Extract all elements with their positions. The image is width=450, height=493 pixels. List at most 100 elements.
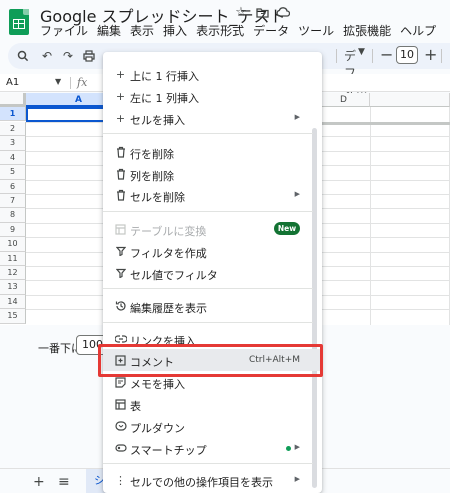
formula-divider bbox=[70, 77, 71, 89]
menu-divider bbox=[103, 133, 313, 134]
row-header[interactable]: 8 bbox=[0, 208, 26, 223]
row-header[interactable]: 7 bbox=[0, 194, 26, 209]
trash-icon bbox=[114, 145, 127, 159]
row-header[interactable]: 5 bbox=[0, 165, 26, 180]
menu-item-label: メモを挿入 bbox=[130, 378, 185, 391]
print-icon[interactable] bbox=[82, 48, 96, 64]
chevron-down-icon[interactable]: ▼ bbox=[55, 77, 61, 86]
dropdown-icon bbox=[114, 419, 127, 433]
submenu-arrow-icon: ▶ bbox=[294, 113, 300, 121]
sheets-logo-icon[interactable] bbox=[9, 9, 29, 35]
menu-item-label: 行を削除 bbox=[130, 148, 174, 161]
menu-delete-row[interactable]: 行を削除 bbox=[103, 141, 322, 163]
row-header[interactable]: 11 bbox=[0, 251, 26, 266]
menu-insert-row-above[interactable]: + 上に 1 行挿入 bbox=[103, 63, 322, 85]
menu-divider bbox=[103, 322, 313, 323]
row-header[interactable]: 13 bbox=[0, 280, 26, 295]
toolbar-divider bbox=[372, 49, 373, 63]
menu-divider bbox=[103, 211, 313, 212]
menu-view[interactable]: 表示 bbox=[130, 22, 154, 39]
menu-item-label: 列を削除 bbox=[130, 170, 174, 183]
menu-insert-column-left[interactable]: + 左に 1 列挿入 bbox=[103, 85, 322, 107]
name-box[interactable]: A1 bbox=[6, 77, 19, 88]
plus-icon: + bbox=[115, 111, 126, 125]
row-header[interactable]: 1 bbox=[0, 107, 26, 122]
menu-item-label: 上に 1 行挿入 bbox=[130, 70, 199, 83]
menu-help[interactable]: ヘルプ bbox=[400, 22, 436, 39]
row-header[interactable]: 14 bbox=[0, 294, 26, 310]
row-header[interactable]: 15 bbox=[0, 309, 26, 324]
menu-item-label: セルを挿入 bbox=[130, 114, 185, 127]
menu-item-label: セルでの他の操作項目を表示 bbox=[130, 476, 273, 489]
menu-item-label: 表 bbox=[130, 400, 141, 413]
add-sheet-icon[interactable]: + bbox=[33, 474, 45, 490]
app-header: Google スプレッドシート_テスト ☆ ファイル 編集 表示 挿入 表示形式… bbox=[0, 0, 450, 40]
smart-chip-icon bbox=[114, 441, 127, 455]
toolbar-divider bbox=[441, 49, 442, 63]
star-icon[interactable]: ☆ bbox=[234, 4, 248, 20]
menu-tools[interactable]: ツール bbox=[298, 22, 334, 39]
trash-icon bbox=[114, 188, 127, 202]
select-all-corner[interactable] bbox=[0, 93, 26, 107]
submenu-arrow-icon: ▶ bbox=[294, 190, 300, 198]
menu-convert-to-table[interactable]: テーブルに変換 New bbox=[103, 218, 322, 240]
row-header[interactable]: 10 bbox=[0, 237, 26, 252]
row-header[interactable]: 2 bbox=[0, 122, 26, 137]
table-icon bbox=[114, 222, 127, 236]
menu-item-label: フィルタを作成 bbox=[130, 247, 207, 260]
row-header[interactable]: 12 bbox=[0, 266, 26, 281]
menu-item-label: スマートチップ bbox=[130, 444, 207, 457]
menu-delete-cells[interactable]: セルを削除 ▶ bbox=[103, 184, 322, 206]
menu-divider bbox=[103, 463, 313, 464]
menu-filter-by-cell-value[interactable]: セル値でフィルタ bbox=[103, 262, 322, 284]
menu-data[interactable]: データ bbox=[253, 22, 289, 39]
title-icons: ☆ bbox=[234, 4, 290, 20]
increase-font-size-button[interactable]: + bbox=[424, 45, 437, 64]
menu-table[interactable]: 表 bbox=[103, 393, 322, 415]
menu-edit[interactable]: 編集 bbox=[97, 22, 121, 39]
table-icon bbox=[114, 397, 127, 411]
redo-icon[interactable]: ↷ bbox=[61, 48, 75, 64]
menu-extensions[interactable]: 拡張機能 bbox=[343, 22, 391, 39]
font-size-input[interactable]: 10 bbox=[396, 46, 418, 64]
highlight-annotation-box bbox=[98, 344, 323, 377]
row-header[interactable]: 6 bbox=[0, 179, 26, 194]
note-icon bbox=[114, 375, 127, 389]
column-header-d[interactable]: D bbox=[318, 93, 370, 107]
frozen-row-divider[interactable] bbox=[318, 122, 450, 125]
undo-icon[interactable]: ↶ bbox=[40, 48, 54, 64]
filter-icon bbox=[114, 244, 127, 258]
plus-icon: + bbox=[115, 89, 126, 103]
toolbar-divider bbox=[336, 49, 337, 63]
row-header[interactable]: 4 bbox=[0, 150, 26, 166]
menu-insert-cells[interactable]: + セルを挿入 ▶ bbox=[103, 107, 322, 129]
new-badge: New bbox=[274, 222, 300, 235]
new-indicator-dot bbox=[286, 446, 291, 451]
menu-file[interactable]: ファイル bbox=[40, 22, 88, 39]
row-header[interactable]: 9 bbox=[0, 222, 26, 238]
column-header[interactable] bbox=[370, 93, 450, 107]
menu-create-filter[interactable]: フィルタを作成 bbox=[103, 240, 322, 262]
menu-dropdown[interactable]: プルダウン bbox=[103, 415, 322, 437]
menu-delete-column[interactable]: 列を削除 bbox=[103, 163, 322, 185]
history-icon bbox=[114, 299, 127, 313]
decrease-font-size-button[interactable]: − bbox=[380, 45, 393, 64]
plus-icon: + bbox=[115, 67, 126, 81]
fx-icon: fx bbox=[77, 76, 88, 89]
cloud-status-icon[interactable] bbox=[276, 4, 290, 20]
submenu-arrow-icon: ▶ bbox=[294, 475, 300, 483]
menu-format[interactable]: 表示形式 bbox=[196, 22, 244, 39]
menu-show-edit-history[interactable]: 編集履歴を表示 bbox=[103, 295, 322, 317]
menu-more-cell-actions[interactable]: ⋮ セルでの他の操作項目を表示 ▶ bbox=[103, 469, 322, 491]
menu-item-label: セル値でフィルタ bbox=[130, 269, 218, 282]
menu-insert[interactable]: 挿入 bbox=[163, 22, 187, 39]
menu-item-label: 左に 1 列挿入 bbox=[130, 92, 199, 105]
all-sheets-icon[interactable]: ≡ bbox=[58, 474, 70, 490]
trash-icon bbox=[114, 167, 127, 181]
row-header[interactable]: 3 bbox=[0, 136, 26, 151]
menu-smart-chips[interactable]: スマートチップ ▶ bbox=[103, 437, 322, 459]
chevron-down-icon[interactable]: ▼ bbox=[358, 47, 365, 57]
submenu-arrow-icon: ▶ bbox=[294, 443, 300, 451]
search-icon[interactable] bbox=[16, 48, 30, 64]
folder-move-icon[interactable] bbox=[255, 4, 269, 20]
